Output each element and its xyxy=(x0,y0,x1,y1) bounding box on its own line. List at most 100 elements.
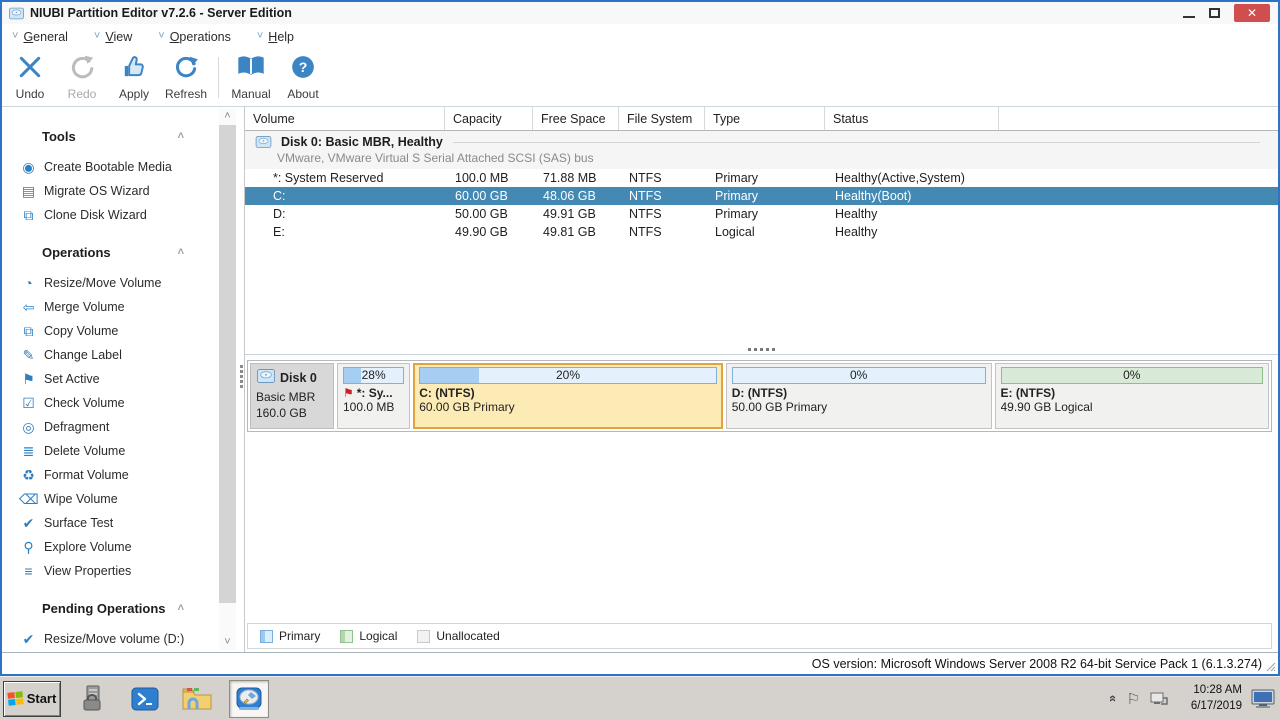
close-button[interactable]: ✕ xyxy=(1234,4,1270,22)
sidebar-section-pending-operations[interactable]: Pending Operations˄ xyxy=(2,595,244,621)
sidebar-item-label: Wipe Volume xyxy=(44,492,118,506)
explore-volume-icon: ⚲ xyxy=(19,540,38,554)
sidebar-item-clone-disk-wizard[interactable]: ⧉Clone Disk Wizard xyxy=(2,203,244,227)
partition-detail: 100.0 MB xyxy=(343,400,404,414)
column-header-type[interactable]: Type xyxy=(705,107,825,130)
partition-block-cntfs[interactable]: 20%C: (NTFS)60.00 GB Primary xyxy=(413,363,723,429)
vertical-splitter-handle[interactable] xyxy=(240,365,243,388)
action-center-flag-icon[interactable]: ⚐ xyxy=(1127,690,1140,708)
scroll-down-icon[interactable]: ˅ xyxy=(219,635,236,650)
volume-row-d[interactable]: D:50.00 GB49.91 GBNTFSPrimaryHealthy xyxy=(245,205,1278,223)
maximize-button[interactable] xyxy=(1209,8,1220,18)
sidebar-item-explore-volume[interactable]: ⚲Explore Volume xyxy=(2,535,244,559)
display-tray-icon[interactable] xyxy=(1251,689,1275,709)
scrollbar-thumb[interactable] xyxy=(219,125,236,603)
check-volume-icon: ☑ xyxy=(19,396,38,410)
apply-icon xyxy=(120,54,148,85)
column-header-file-system[interactable]: File System xyxy=(619,107,705,130)
volume-row-*systemreserved[interactable]: *: System Reserved100.0 MB71.88 MBNTFSPr… xyxy=(245,169,1278,187)
taskbar-explorer-icon[interactable] xyxy=(177,680,217,718)
undo-icon xyxy=(16,54,44,85)
column-header-status[interactable]: Status xyxy=(825,107,999,130)
sidebar-item-merge-volume[interactable]: ⇦Merge Volume xyxy=(2,295,244,319)
column-header-free-space[interactable]: Free Space xyxy=(533,107,619,130)
sidebar-item-change-label[interactable]: ✎Change Label xyxy=(2,343,244,367)
undo-button[interactable]: Undo xyxy=(4,49,56,106)
menu-label: Operations xyxy=(170,30,231,44)
taskbar-clock[interactable]: 10:28 AM 6/17/2019 xyxy=(1178,683,1242,714)
sidebar-item-resize-move-volume-d-[interactable]: ✔Resize/Move volume (D:) xyxy=(2,627,244,651)
minimize-button[interactable] xyxy=(1183,8,1195,18)
column-header-volume[interactable]: Volume xyxy=(245,107,445,130)
collapse-caret-icon: ˄ xyxy=(178,130,184,142)
manual-button[interactable]: Manual xyxy=(225,49,277,106)
taskbar-server-manager-icon[interactable] xyxy=(73,680,113,718)
sidebar-item-surface-test[interactable]: ✔Surface Test xyxy=(2,511,244,535)
about-button[interactable]: ?About xyxy=(277,49,329,106)
disk-info-box[interactable]: Disk 0Basic MBR160.0 GB xyxy=(250,363,334,429)
toolbar-button-label: Redo xyxy=(68,87,97,101)
sidebar-scrollbar[interactable]: ˄ ˅ xyxy=(219,109,236,650)
sidebar-item-label: Check Volume xyxy=(44,396,125,410)
sidebar-item-delete-volume[interactable]: ≣Delete Volume xyxy=(2,439,244,463)
sidebar-item-wipe-volume[interactable]: ⌫Wipe Volume xyxy=(2,487,244,511)
horizontal-splitter-handle[interactable] xyxy=(245,341,1278,355)
menu-view[interactable]: ˅View xyxy=(94,30,132,44)
sidebar-item-create-bootable-media[interactable]: ◉Create Bootable Media xyxy=(2,155,244,179)
sidebar-item-migrate-os-wizard[interactable]: ▤Migrate OS Wizard xyxy=(2,179,244,203)
menu-general[interactable]: ˅General xyxy=(12,30,68,44)
apply-button[interactable]: Apply xyxy=(108,49,160,106)
refresh-button[interactable]: Refresh xyxy=(160,49,212,106)
sidebar-section-operations[interactable]: Operations ˄ xyxy=(2,239,244,265)
partition-block-sy[interactable]: 28%⚑*: Sy...100.0 MB xyxy=(337,363,410,429)
sidebar-item-set-active[interactable]: ⚑Set Active xyxy=(2,367,244,391)
volume-row-c[interactable]: C:60.00 GB48.06 GBNTFSPrimaryHealthy(Boo… xyxy=(245,187,1278,205)
legend-label: Logical xyxy=(359,629,397,643)
legend-label: Primary xyxy=(279,629,320,643)
partition-block-dntfs[interactable]: 0%D: (NTFS)50.00 GB Primary xyxy=(726,363,992,429)
cell-file_system: NTFS xyxy=(619,207,705,221)
column-header-capacity[interactable]: Capacity xyxy=(445,107,533,130)
network-tray-icon[interactable] xyxy=(1149,690,1169,708)
disk-map-panel: Disk 0Basic MBR160.0 GB28%⚑*: Sy...100.0… xyxy=(247,360,1272,432)
disk-group-row[interactable]: Disk 0: Basic MBR, Healthy VMware, VMwar… xyxy=(245,131,1278,169)
partition-block-entfs[interactable]: 0%E: (NTFS)49.90 GB Logical xyxy=(995,363,1270,429)
legend-item-logical: Logical xyxy=(340,629,397,643)
sidebar-section-tools[interactable]: Tools˄ xyxy=(2,123,244,149)
toolbar-button-label: About xyxy=(287,87,318,101)
sidebar-item-copy-volume[interactable]: ⧉Copy Volume xyxy=(2,319,244,343)
title-bar: NIUBI Partition Editor v7.2.6 - Server E… xyxy=(2,2,1278,24)
sidebar-item-format-volume[interactable]: ♻Format Volume xyxy=(2,463,244,487)
sidebar-item-view-properties[interactable]: ≡View Properties xyxy=(2,559,244,583)
sidebar-item-check-volume[interactable]: ☑ Check Volume xyxy=(2,391,244,415)
sidebar-item-defragment[interactable]: ◎Defragment xyxy=(2,415,244,439)
disk-name: Disk 0 xyxy=(280,371,317,385)
section-title: Operations xyxy=(42,245,111,260)
sidebar-item-resize-move-volume[interactable]: ◔Resize/Move Volume xyxy=(2,271,244,295)
format-volume-icon: ♻ xyxy=(19,468,38,482)
disk-group-subtitle: VMware, VMware Virtual S Serial Attached… xyxy=(277,151,1270,165)
cell-file_system: NTFS xyxy=(619,171,705,185)
sidebar-item-label: Resize/Move Volume xyxy=(44,276,161,290)
redo-button[interactable]: Redo xyxy=(56,49,108,106)
partition-label: E: (NTFS) xyxy=(1001,386,1056,400)
partition-label: *: Sy... xyxy=(357,386,393,400)
column-header-filler xyxy=(999,107,1278,130)
taskbar-niubi-icon[interactable] xyxy=(229,680,269,718)
start-button[interactable]: Start xyxy=(3,681,61,717)
partition-label: D: (NTFS) xyxy=(732,386,787,400)
menu-help[interactable]: ˅Help xyxy=(257,30,294,44)
sidebar-item-label: View Properties xyxy=(44,564,131,578)
collapse-caret-icon: ˄ xyxy=(178,246,184,258)
volume-row-e[interactable]: E:49.90 GB49.81 GBNTFSLogicalHealthy xyxy=(245,223,1278,241)
hidden-icons-chevron-icon[interactable]: « xyxy=(1106,695,1121,702)
resize-grip[interactable] xyxy=(1266,662,1276,672)
migrate-os-icon: ▤ xyxy=(19,184,38,198)
disk-group-title: Disk 0: Basic MBR, Healthy xyxy=(281,135,443,149)
cell-volume: *: System Reserved xyxy=(245,171,445,185)
manual-icon xyxy=(236,54,266,85)
menu-operations[interactable]: ˅Operations xyxy=(158,30,231,44)
legend-item-unallocated: Unallocated xyxy=(417,629,499,643)
scroll-up-icon[interactable]: ˄ xyxy=(219,109,236,124)
taskbar-powershell-icon[interactable] xyxy=(125,680,165,718)
